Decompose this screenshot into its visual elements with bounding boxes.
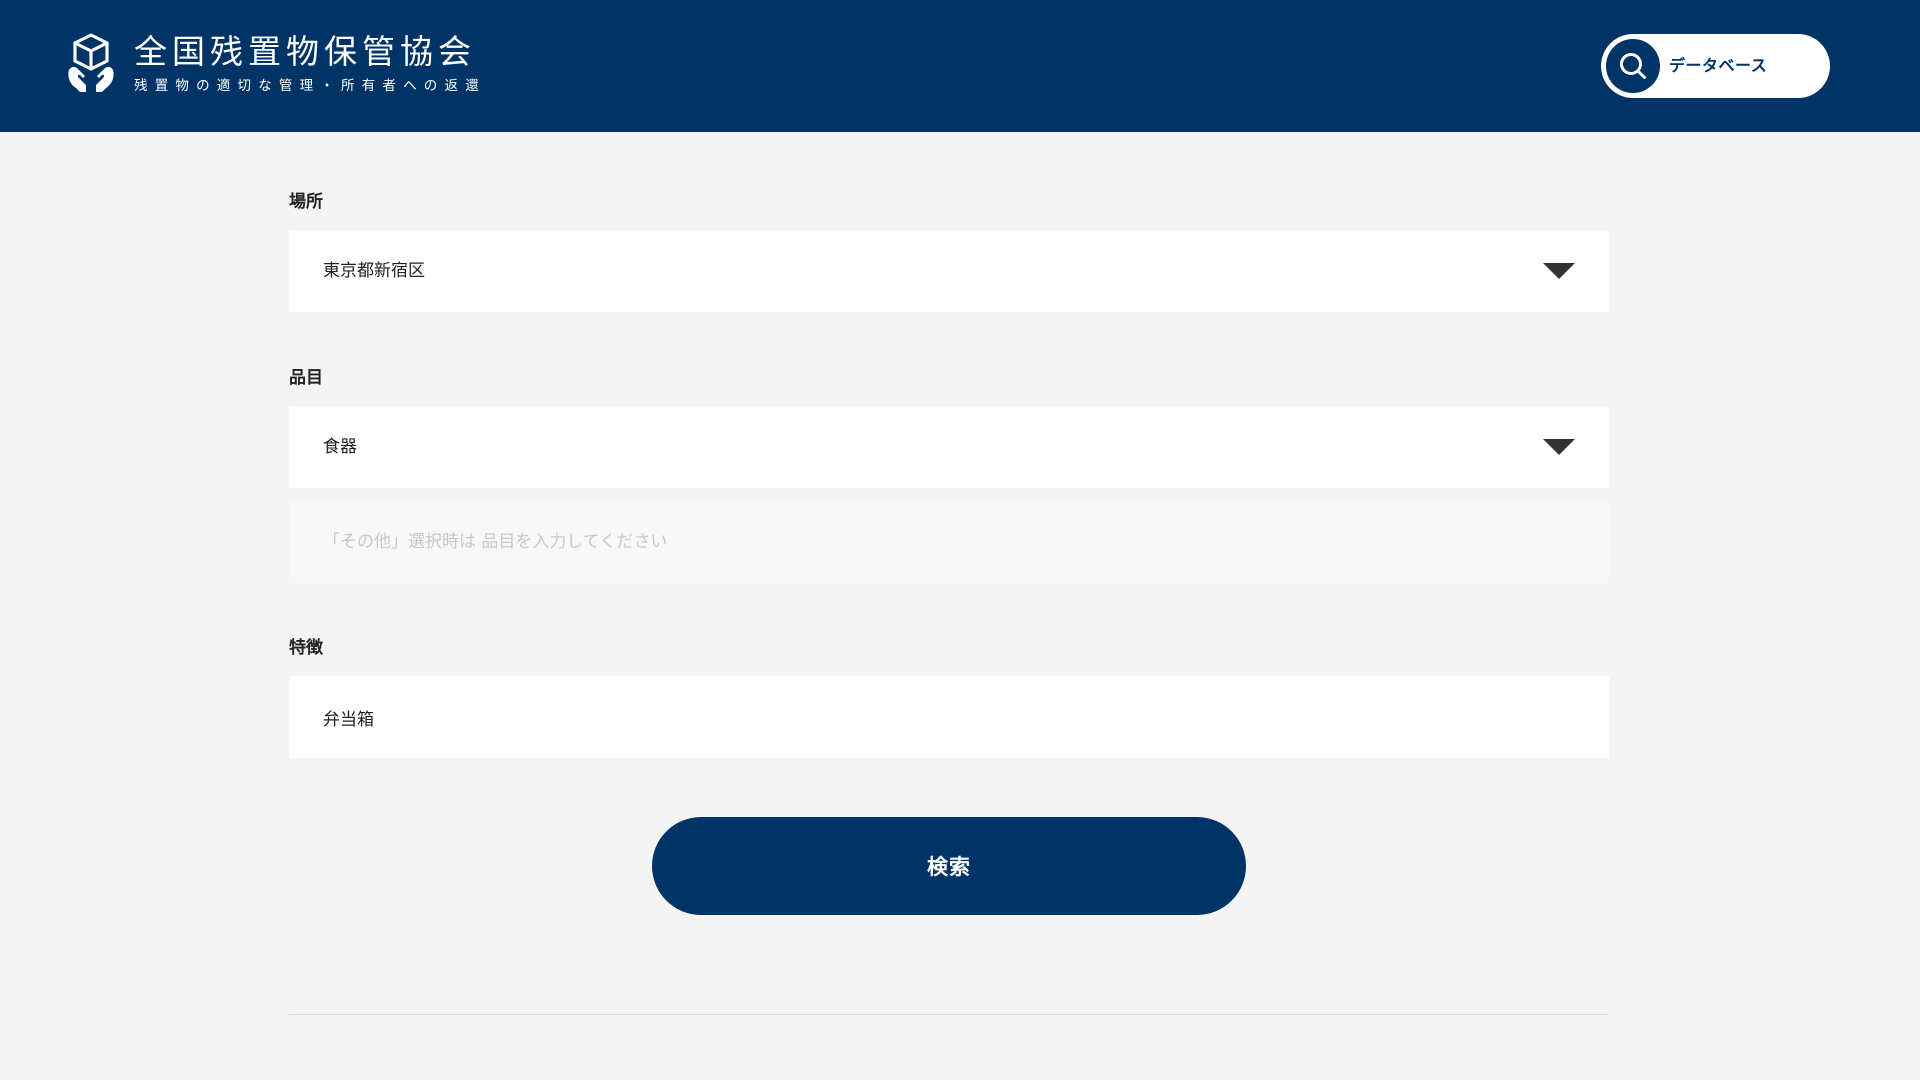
other-item-input[interactable] [289,501,1609,583]
search-form: 場所 東京都新宿区 品目 食器 特徴 [289,188,1609,758]
feature-input[interactable] [289,676,1609,758]
item-selected-value: 食器 [323,437,357,457]
location-select[interactable]: 東京都新宿区 [289,230,1609,312]
item-select[interactable]: 食器 [289,406,1609,488]
location-selected-value: 東京都新宿区 [323,261,425,281]
search-icon [1620,53,1646,79]
database-button[interactable]: データベース [1601,34,1830,98]
search-button[interactable]: 検索 [652,817,1246,915]
feature-label: 特徴 [289,638,323,658]
database-button-label: データベース [1669,56,1768,75]
site-logo[interactable]: 全国残置物保管協会 残置物の適切な管理・所有者への返還 [66,32,486,95]
chevron-down-icon [1543,263,1575,279]
org-tagline: 残置物の適切な管理・所有者への返還 [134,78,486,94]
site-header: 全国残置物保管協会 残置物の適切な管理・所有者への返還 データベース [0,0,1920,132]
footer-divider [289,1014,1609,1015]
org-name: 全国残置物保管協会 [134,32,476,71]
box-hands-logo-icon [68,33,114,92]
chevron-down-icon [1543,439,1575,455]
item-label: 品目 [289,368,323,388]
search-icon-circle [1606,39,1660,93]
location-label: 場所 [289,192,323,212]
